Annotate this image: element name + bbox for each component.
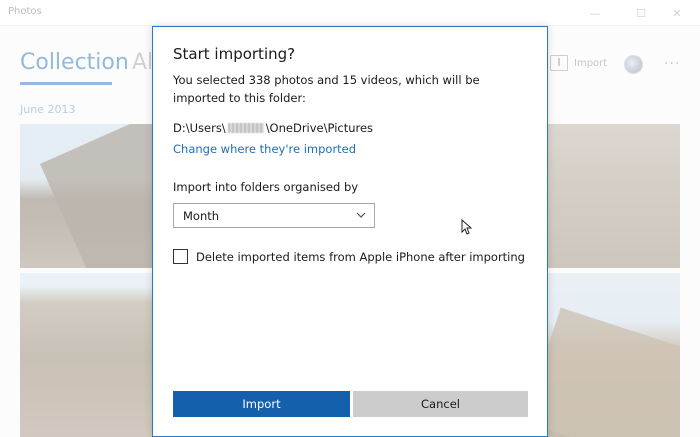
path-suffix: \OneDrive\Pictures (265, 121, 374, 135)
dialog-message: You selected 338 photos and 15 videos, w… (173, 73, 480, 105)
delete-after-import-checkbox[interactable] (173, 249, 188, 264)
mouse-pointer-icon (461, 219, 473, 235)
change-destination-link[interactable]: Change where they're imported (173, 142, 356, 156)
redacted-username (227, 123, 264, 133)
organise-label: Import into folders organised by (173, 180, 359, 194)
cancel-button[interactable]: Cancel (353, 391, 528, 417)
start-importing-dialog: Start importing? You selected 338 photos… (152, 26, 548, 437)
organise-selected-value: Month (183, 208, 220, 223)
destination-path: D:\Users\ \OneDrive\Pictures (173, 121, 373, 135)
chevron-down-icon (356, 212, 366, 218)
import-button[interactable]: Import (173, 391, 350, 417)
organise-by-dropdown[interactable]: Month (173, 203, 375, 228)
delete-after-import-option[interactable]: Delete imported items from Apple iPhone … (173, 249, 525, 264)
path-prefix: D:\Users\ (173, 121, 226, 135)
delete-after-import-label: Delete imported items from Apple iPhone … (196, 249, 525, 264)
dialog-title: Start importing? (173, 45, 296, 63)
